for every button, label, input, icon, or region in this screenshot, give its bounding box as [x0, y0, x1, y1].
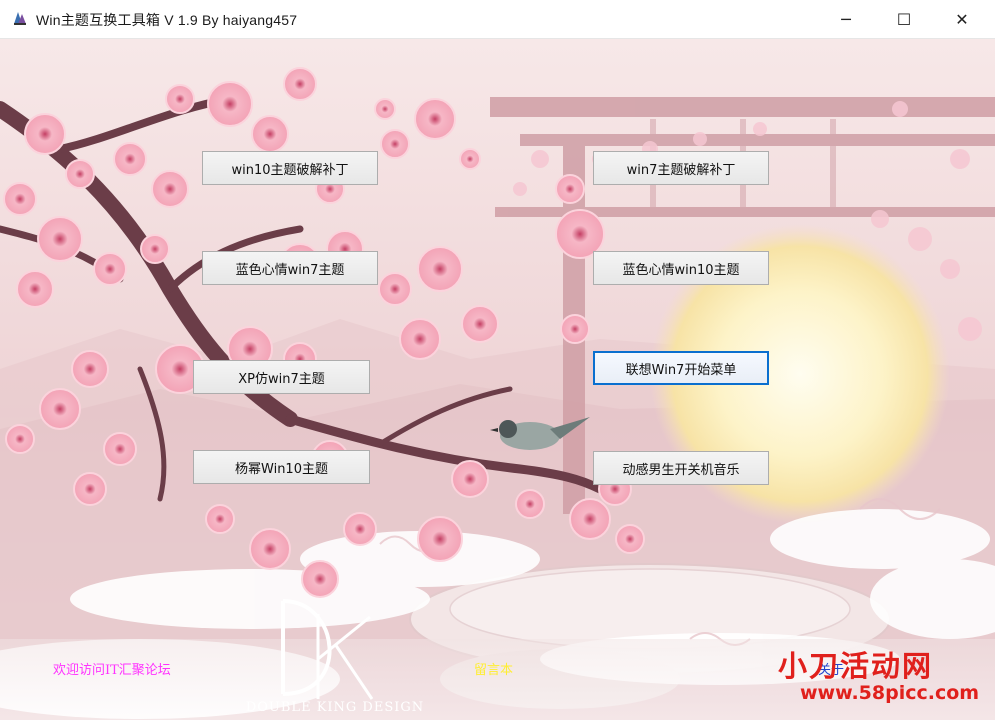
- boot-music-button[interactable]: 动感男生开关机音乐: [593, 451, 769, 485]
- watermark-url: www.58picc.com: [800, 682, 980, 704]
- blue-win7-theme-button[interactable]: 蓝色心情win7主题: [202, 251, 378, 285]
- close-button[interactable]: ✕: [939, 0, 985, 38]
- guestbook-link[interactable]: 留言本: [474, 659, 513, 678]
- blue-win10-theme-button[interactable]: 蓝色心情win10主题: [593, 251, 769, 285]
- forum-link[interactable]: 欢迎访问IT汇聚论坛: [53, 659, 171, 678]
- xp-win7-theme-button[interactable]: XP仿win7主题: [193, 360, 370, 394]
- minimize-button[interactable]: ─: [823, 0, 869, 38]
- win10-patch-button[interactable]: win10主题破解补丁: [202, 151, 378, 185]
- app-icon: [14, 12, 26, 25]
- title-bar: Win主题互换工具箱 V 1.9 By haiyang457 ─ ☐ ✕: [0, 0, 995, 39]
- maximize-button[interactable]: ☐: [881, 0, 927, 38]
- background-artwork: DOUBLE KING DESIGN: [0, 39, 995, 720]
- dk-logo-caption: DOUBLE KING DESIGN: [246, 700, 424, 715]
- win7-patch-button[interactable]: win7主题破解补丁: [593, 151, 769, 185]
- main-panel: DOUBLE KING DESIGN win10主题破解补丁 win7主题破解补…: [0, 39, 995, 720]
- lenovo-start-menu-button[interactable]: 联想Win7开始菜单: [593, 351, 769, 385]
- window-title: Win主题互换工具箱 V 1.9 By haiyang457: [36, 12, 298, 28]
- yangmi-win10-theme-button[interactable]: 杨幂Win10主题: [193, 450, 370, 484]
- watermark-title: 小刀活动网: [778, 649, 934, 683]
